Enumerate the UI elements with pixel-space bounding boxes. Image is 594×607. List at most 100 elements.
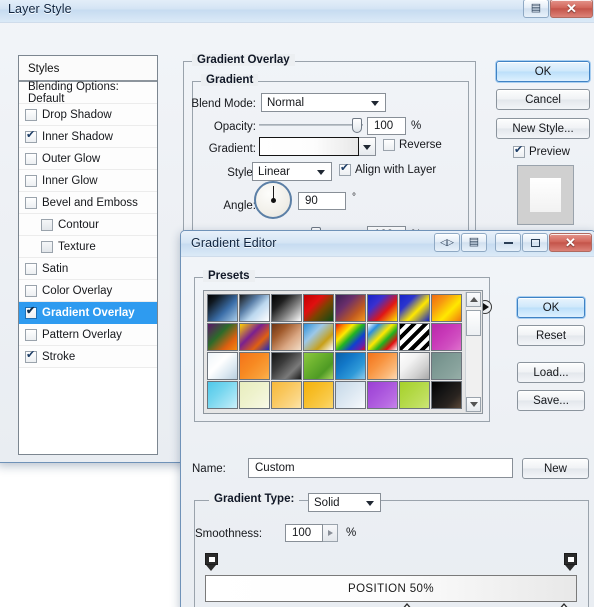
gradient-editor-titlebar[interactable]: Gradient Editor ◁▷ ▤ ✕: [181, 231, 594, 257]
style-list-item[interactable]: Inner Shadow: [19, 126, 157, 148]
opacity-stop-left[interactable]: [205, 553, 218, 571]
style-list-item[interactable]: Texture: [19, 236, 157, 258]
style-enable-checkbox[interactable]: [25, 284, 37, 297]
gradient-editor-save-button[interactable]: Save...: [517, 390, 585, 411]
layer-style-titlebar[interactable]: Layer Style ▤ ✕: [0, 0, 594, 23]
gradient-editor-reset-button[interactable]: Reset: [517, 325, 585, 346]
preview-checkbox-row[interactable]: Preview: [513, 144, 570, 158]
style-list-item[interactable]: Drop Shadow: [19, 104, 157, 126]
gradient-preset-purple-violet[interactable]: [367, 381, 398, 409]
style-list-item[interactable]: Gradient Overlay: [19, 302, 157, 324]
gradient-preset-violet-green-orange[interactable]: [207, 323, 238, 351]
style-select[interactable]: Linear: [252, 162, 332, 181]
style-enable-checkbox[interactable]: [41, 240, 53, 253]
style-list-item[interactable]: Inner Glow: [19, 170, 157, 192]
style-list-item[interactable]: Blending Options: Default: [19, 81, 157, 105]
scrollbar-thumb[interactable]: [466, 310, 481, 336]
new-style-button[interactable]: New Style...: [496, 118, 590, 139]
style-enable-checkbox[interactable]: [25, 328, 37, 341]
gradient-editor-load-button[interactable]: Load...: [517, 362, 585, 383]
gradient-picker-button[interactable]: [359, 137, 376, 156]
gradient-preset-blue-cyan[interactable]: [335, 352, 366, 380]
smoothness-field[interactable]: 100: [285, 524, 323, 542]
gradient-preset-blue-yellow-white[interactable]: [303, 323, 334, 351]
new-gradient-button[interactable]: New: [522, 458, 589, 479]
style-enable-checkbox[interactable]: [41, 218, 53, 231]
dock-button[interactable]: ▤: [461, 233, 487, 252]
reverse-checkbox[interactable]: [383, 139, 395, 151]
gradient-preset-red-green[interactable]: [303, 294, 334, 322]
gradient-preset-pale-blue-white[interactable]: [335, 381, 366, 409]
style-list-item[interactable]: Pattern Overlay: [19, 324, 157, 346]
collapse-expand-button[interactable]: ◁▷: [434, 233, 460, 252]
style-enable-checkbox[interactable]: [25, 152, 37, 165]
gradient-preset-magenta-purple[interactable]: [431, 323, 462, 351]
scroll-up-button[interactable]: [466, 292, 481, 307]
gradient-preset-black-grey-dark[interactable]: [271, 352, 302, 380]
gradient-preset-orange-yellow-orange[interactable]: [431, 294, 462, 322]
style-list-item[interactable]: Contour: [19, 214, 157, 236]
gradient-preset-copper[interactable]: [271, 323, 302, 351]
angle-dial[interactable]: [254, 181, 292, 219]
gradient-preset-black-transparent-checker[interactable]: [239, 294, 270, 322]
maximize-button[interactable]: [522, 233, 548, 252]
gradient-type-select[interactable]: Solid: [308, 493, 381, 512]
layer-style-ok-button[interactable]: OK: [496, 61, 590, 82]
restore-window-button[interactable]: ▤: [523, 0, 549, 18]
gradient-editor-ok-button[interactable]: OK: [517, 297, 585, 318]
opacity-slider-thumb[interactable]: [352, 118, 362, 133]
smoothness-spinner[interactable]: [323, 524, 338, 542]
style-enable-checkbox[interactable]: [25, 305, 37, 319]
style-enable-checkbox[interactable]: [25, 174, 37, 187]
gradient-preset-violet-orange[interactable]: [335, 294, 366, 322]
style-enable-checkbox[interactable]: [25, 349, 37, 363]
gradient-preset-spectrum[interactable]: [335, 323, 366, 351]
opacity-stop-right[interactable]: [564, 553, 577, 571]
align-with-layer-checkbox[interactable]: [339, 162, 351, 176]
gradient-preset-white-silver[interactable]: [399, 352, 430, 380]
close-button[interactable]: ✕: [549, 233, 592, 252]
reverse-checkbox-row[interactable]: Reverse: [383, 139, 442, 151]
gradient-preset-pale-yellow-green[interactable]: [239, 381, 270, 409]
gradient-preset-transparent-rainbow[interactable]: [367, 323, 398, 351]
gradient-name-input[interactable]: Custom: [248, 458, 513, 478]
blend-mode-select[interactable]: Normal: [261, 93, 386, 112]
style-enable-checkbox[interactable]: [25, 129, 37, 143]
gradient-preset-black-to-white[interactable]: [271, 294, 302, 322]
preview-checkbox[interactable]: [513, 144, 525, 158]
gradient-preset-green-gradient[interactable]: [303, 352, 334, 380]
style-enable-checkbox[interactable]: [25, 262, 37, 275]
opacity-slider[interactable]: [259, 117, 363, 133]
gradient-preset-white-blue-pale[interactable]: [207, 352, 238, 380]
close-window-button[interactable]: ✕: [550, 0, 593, 18]
gradient-swatch[interactable]: [259, 137, 359, 156]
opacity-field[interactable]: 100: [367, 117, 406, 135]
style-list-item[interactable]: Stroke: [19, 346, 157, 368]
align-with-layer-row[interactable]: Align with Layer: [339, 162, 436, 176]
angle-field[interactable]: 90: [298, 192, 346, 210]
style-list-item[interactable]: Bevel and Emboss: [19, 192, 157, 214]
gradient-preset-yellow-violet-orange-blue[interactable]: [239, 323, 270, 351]
presets-scrollbar[interactable]: [465, 292, 481, 412]
style-list-item[interactable]: Color Overlay: [19, 280, 157, 302]
gradient-preset-lime-green[interactable]: [399, 381, 430, 409]
minimize-button[interactable]: [495, 233, 521, 252]
scroll-down-button[interactable]: [466, 397, 481, 412]
gradient-preset-cyan-light[interactable]: [207, 381, 238, 409]
gradient-preset-blue-red-yellow[interactable]: [367, 294, 398, 322]
gradient-preset-black-white-stripes[interactable]: [399, 323, 430, 351]
gradient-preset-yellow-orange-pale[interactable]: [271, 381, 302, 409]
gradient-preset-orange-cream[interactable]: [367, 352, 398, 380]
gradient-preset-black-dark-fade[interactable]: [431, 381, 462, 409]
style-enable-checkbox[interactable]: [25, 196, 37, 209]
gradient-preset-steel-teal[interactable]: [431, 352, 462, 380]
gradient-preset-blue-yellow-blue[interactable]: [399, 294, 430, 322]
gradient-preview-bar[interactable]: POSITION 50%: [205, 575, 577, 602]
layer-style-cancel-button[interactable]: Cancel: [496, 89, 590, 110]
style-list-item[interactable]: Satin: [19, 258, 157, 280]
style-list-item[interactable]: Outer Glow: [19, 148, 157, 170]
gradient-preset-golden-yellow[interactable]: [303, 381, 334, 409]
gradient-preset-black-white-blue[interactable]: [207, 294, 238, 322]
style-enable-checkbox[interactable]: [25, 108, 37, 121]
gradient-preset-orange-solid[interactable]: [239, 352, 270, 380]
